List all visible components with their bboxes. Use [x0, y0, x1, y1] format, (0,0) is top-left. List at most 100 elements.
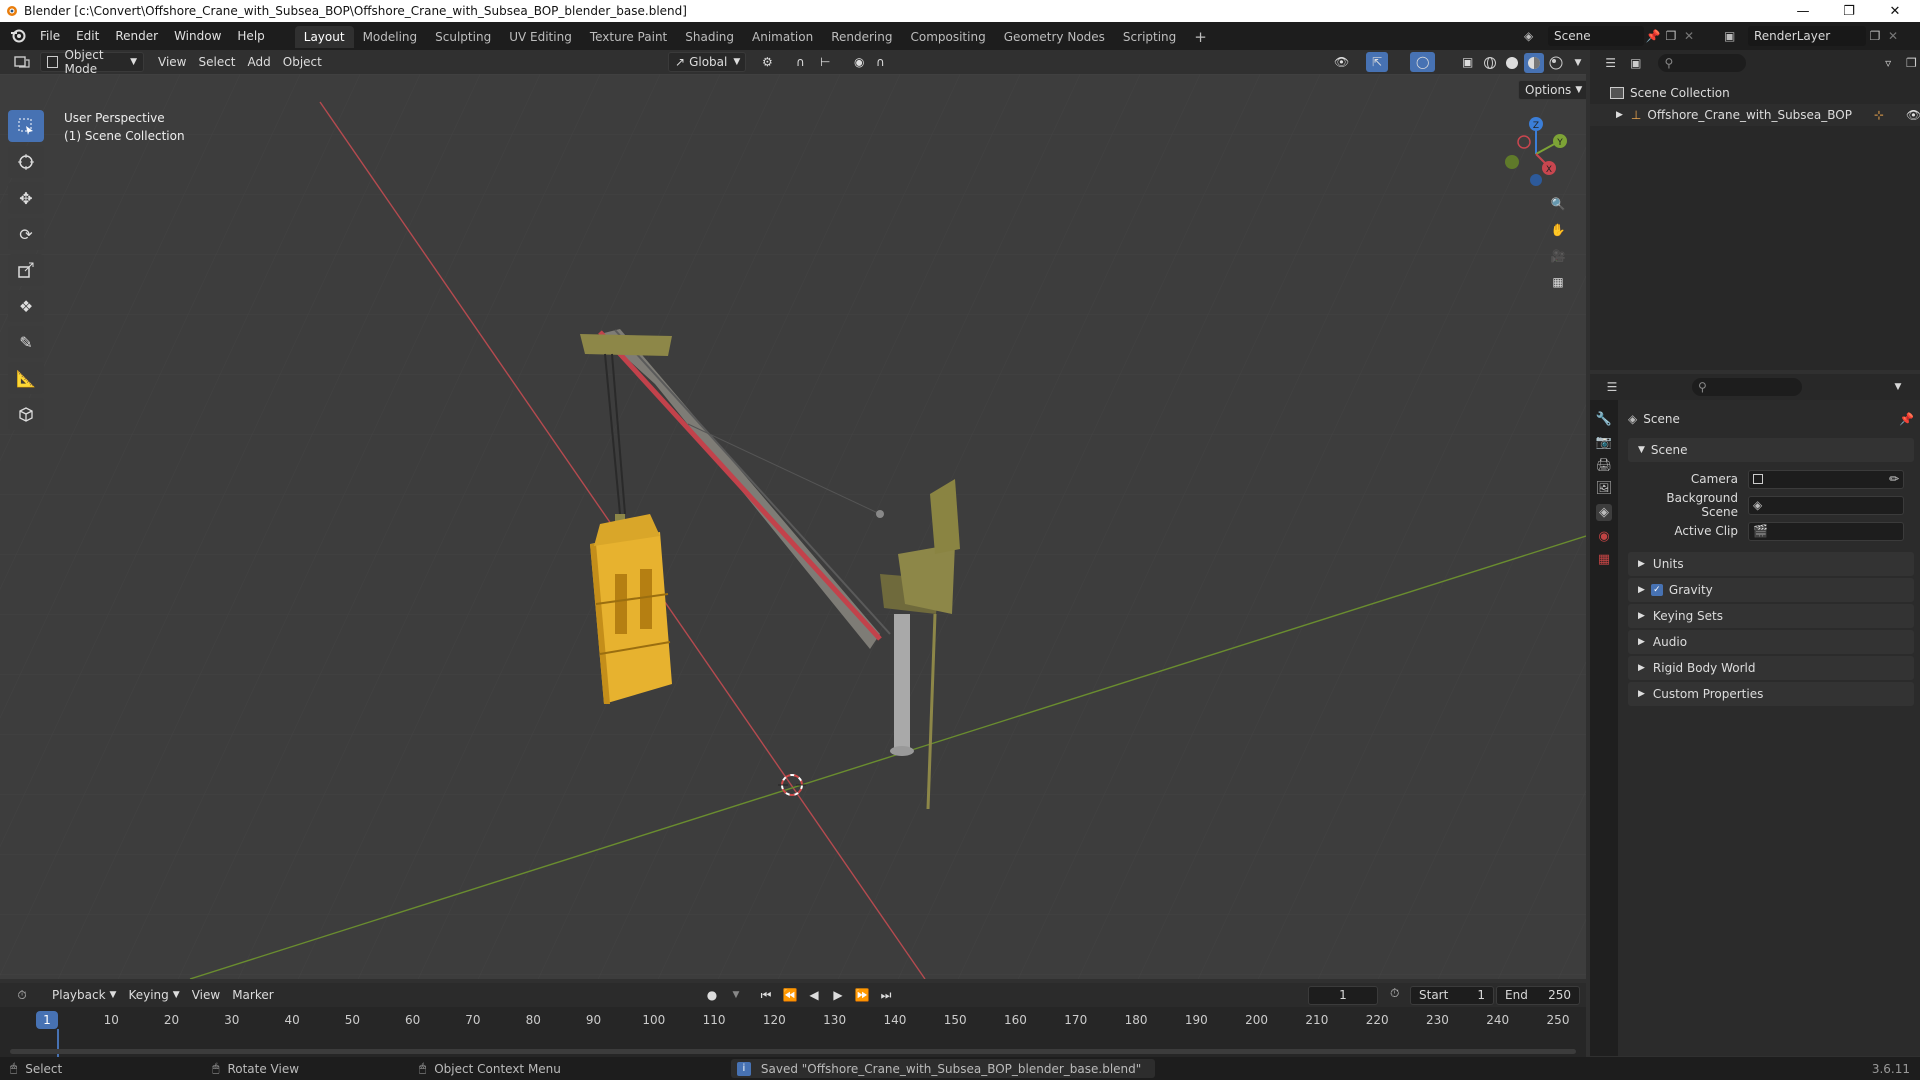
play-reverse-icon[interactable]: ◀: [804, 985, 824, 1005]
tab-layout[interactable]: Layout: [294, 26, 354, 48]
scale-tool[interactable]: [8, 254, 44, 286]
zoom-icon[interactable]: 🔍: [1548, 194, 1568, 214]
menu-edit[interactable]: Edit: [68, 22, 107, 50]
add-cube-tool[interactable]: [8, 398, 44, 430]
menu-window[interactable]: Window: [166, 22, 229, 50]
menu-select[interactable]: Select: [192, 52, 241, 72]
tab-scripting[interactable]: Scripting: [1114, 26, 1185, 48]
solid-shading-icon[interactable]: [1502, 53, 1522, 73]
timeline-editor-icon[interactable]: ⏱: [12, 985, 32, 1005]
snap-target-icon[interactable]: ⊢: [814, 52, 836, 72]
material-shading-icon[interactable]: [1524, 53, 1544, 73]
section-custom-properties[interactable]: ▶ Custom Properties: [1628, 682, 1914, 706]
display-mode-icon[interactable]: ▣: [1627, 53, 1644, 73]
chevron-down-icon[interactable]: ▼: [726, 985, 746, 1005]
xray-icon[interactable]: ▣: [1456, 52, 1479, 72]
visibility-eye-icon[interactable]: 👁: [1906, 108, 1920, 122]
menu-add[interactable]: Add: [242, 52, 277, 72]
tab-animation[interactable]: Animation: [743, 26, 822, 48]
cursor-tool[interactable]: [8, 146, 44, 178]
gravity-checkbox[interactable]: ✓: [1650, 584, 1663, 596]
active-clip-field[interactable]: 🎬: [1748, 521, 1904, 541]
3d-viewport[interactable]: User Perspective (1) Scene Collection Op…: [0, 74, 1586, 979]
pivot-point-icon[interactable]: ⚙: [756, 52, 779, 72]
tab-shading[interactable]: Shading: [676, 26, 743, 48]
outliner-row-offshore-crane[interactable]: ▶ ⊥ Offshore_Crane_with_Subsea_BOP ⊹ 👁 📷: [1590, 104, 1920, 126]
tab-uv-editing[interactable]: UV Editing: [500, 26, 581, 48]
texture-tab-icon[interactable]: ▦: [1598, 552, 1610, 567]
rotate-tool[interactable]: ⟳: [8, 218, 44, 250]
transform-tool[interactable]: ❖: [8, 290, 44, 322]
visibility-icon[interactable]: 👁: [1328, 52, 1355, 72]
navigation-gizmo[interactable]: Z Y X: [1496, 112, 1576, 192]
renderlayer-icon[interactable]: ▣: [1724, 29, 1748, 43]
move-tool[interactable]: ✥: [8, 182, 44, 214]
current-frame-field[interactable]: 1: [1308, 986, 1378, 1005]
chevron-down-icon[interactable]: ▼: [1888, 377, 1908, 397]
tab-texture-paint[interactable]: Texture Paint: [581, 26, 676, 48]
timeline-ruler[interactable]: 10 20 30 40 50 60 70 80 90 100 110 120 130 140 150 160 1…: [0, 1007, 1586, 1029]
section-gravity[interactable]: ▶ ✓ Gravity: [1628, 578, 1914, 602]
menu-object[interactable]: Object: [277, 52, 328, 72]
scene-tab-icon[interactable]: ◈: [1596, 504, 1612, 521]
tab-compositing[interactable]: Compositing: [901, 26, 994, 48]
falloff-icon[interactable]: ∩: [870, 52, 891, 72]
blender-menu-icon[interactable]: [10, 27, 26, 46]
play-icon[interactable]: ▶: [828, 985, 848, 1005]
filter-icon[interactable]: ▿: [1880, 53, 1897, 73]
annotate-tool[interactable]: ✎: [8, 326, 44, 358]
camera-field[interactable]: ✏: [1748, 469, 1904, 489]
pin-icon[interactable]: 📌: [1644, 29, 1662, 43]
render-tab-icon[interactable]: 📷: [1596, 435, 1612, 450]
options-dropdown[interactable]: Options ▼: [1518, 80, 1586, 100]
view-layer-tab-icon[interactable]: 🖼: [1596, 481, 1613, 496]
end-frame-field[interactable]: End 250: [1496, 986, 1580, 1005]
jump-end-icon[interactable]: ⏭: [876, 985, 896, 1005]
preview-range-icon[interactable]: ⏱: [1390, 986, 1399, 1001]
menu-render[interactable]: Render: [107, 22, 166, 50]
ortho-grid-icon[interactable]: ▦: [1548, 272, 1568, 292]
next-keyframe-icon[interactable]: ⏩: [852, 985, 872, 1005]
shading-dropdown-icon[interactable]: ▼: [1568, 53, 1588, 73]
outliner-row-scene-collection[interactable]: Scene Collection: [1590, 82, 1920, 104]
camera-view-icon[interactable]: 🎥: [1548, 246, 1568, 266]
timeline-scrollbar[interactable]: [10, 1049, 1576, 1054]
scene-name-field[interactable]: Scene: [1548, 26, 1644, 46]
playhead[interactable]: 1: [36, 1011, 58, 1029]
menu-timeline-view[interactable]: View: [186, 985, 226, 1005]
outliner-editor-icon[interactable]: ☰: [1602, 53, 1619, 73]
new-layer-icon[interactable]: ❐: [1866, 29, 1884, 43]
proportional-edit-icon[interactable]: ◉: [848, 52, 870, 72]
properties-search-field[interactable]: ⚲: [1692, 378, 1802, 396]
restore-button[interactable]: ❐: [1826, 0, 1872, 22]
start-frame-field[interactable]: Start 1: [1410, 986, 1494, 1005]
scene-panel-header[interactable]: ▼ Scene: [1628, 438, 1914, 462]
menu-help[interactable]: Help: [229, 22, 272, 50]
jump-start-icon[interactable]: ⏮: [756, 985, 776, 1005]
menu-view[interactable]: View: [152, 52, 192, 72]
eyedropper-icon[interactable]: ✏: [1889, 472, 1899, 486]
tool-tab-icon[interactable]: 🔧: [1596, 412, 1612, 427]
output-tab-icon[interactable]: 🖨: [1596, 458, 1613, 473]
wireframe-shading-icon[interactable]: [1480, 53, 1500, 73]
tab-rendering[interactable]: Rendering: [822, 26, 901, 48]
menu-marker[interactable]: Marker: [226, 985, 279, 1005]
gizmo-toggle-icon[interactable]: ⇱: [1366, 52, 1389, 72]
delete-layer-icon[interactable]: ✕: [1884, 29, 1902, 43]
add-workspace-button[interactable]: +: [1185, 26, 1216, 48]
section-units[interactable]: ▶ Units: [1628, 552, 1914, 576]
tab-modeling[interactable]: Modeling: [354, 26, 427, 48]
tab-geometry-nodes[interactable]: Geometry Nodes: [995, 26, 1114, 48]
scene-icon[interactable]: ◈: [1524, 29, 1548, 43]
section-audio[interactable]: ▶ Audio: [1628, 630, 1914, 654]
menu-playback[interactable]: Playback ▼: [46, 985, 122, 1005]
transform-orientation-dropdown[interactable]: ↗ Global ▼: [668, 52, 746, 72]
close-window-button[interactable]: ✕: [1872, 0, 1918, 22]
minimize-button[interactable]: —: [1780, 0, 1826, 22]
world-tab-icon[interactable]: ◉: [1598, 529, 1609, 544]
new-collection-icon[interactable]: ❐: [1903, 53, 1920, 73]
object-mode-dropdown[interactable]: Object Mode ▼: [40, 48, 144, 76]
background-scene-field[interactable]: ◈: [1748, 495, 1904, 515]
properties-editor-icon[interactable]: ☰: [1602, 377, 1622, 397]
expand-arrow-icon[interactable]: ▶: [1616, 110, 1623, 120]
